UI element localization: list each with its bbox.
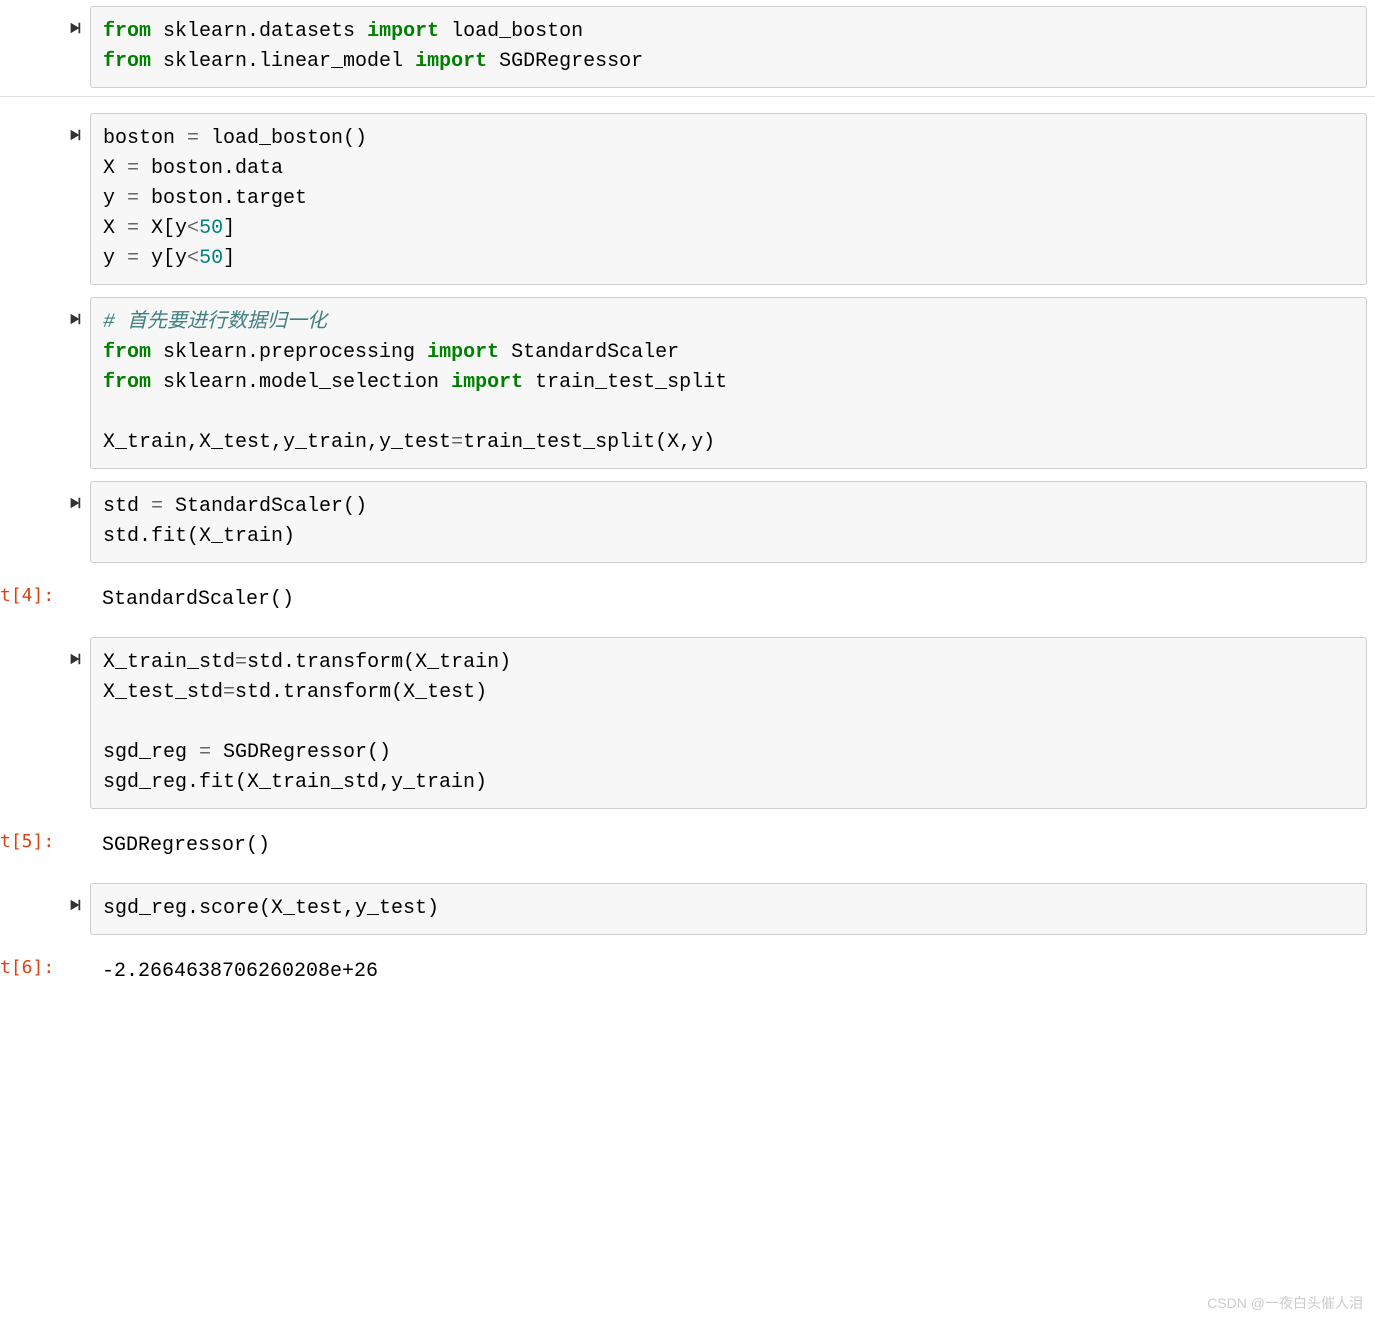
code-input[interactable]: X_train_std=std.transform(X_train) X_tes…	[90, 637, 1367, 809]
code-cell: std = StandardScaler() std.fit(X_train)	[0, 475, 1375, 569]
code-cell: # 首先要进行数据归一化 from sklearn.preprocessing …	[0, 291, 1375, 475]
input-prompt	[0, 113, 60, 123]
run-cell-icon[interactable]	[68, 647, 82, 671]
code-input[interactable]: sgd_reg.score(X_test,y_test)	[90, 883, 1367, 935]
input-prompt	[0, 637, 60, 647]
output-prompt: t[4]:	[0, 575, 60, 606]
output-cell: t[4]: StandardScaler()	[0, 569, 1375, 631]
input-prompt	[0, 481, 60, 491]
output-cell: t[6]: -2.2664638706260208e+26	[0, 941, 1375, 1003]
notebook-container: from sklearn.datasets import load_boston…	[0, 0, 1375, 1003]
code-input[interactable]: # 首先要进行数据归一化 from sklearn.preprocessing …	[90, 297, 1367, 469]
code-cell: X_train_std=std.transform(X_train) X_tes…	[0, 631, 1375, 815]
code-input[interactable]: std = StandardScaler() std.fit(X_train)	[90, 481, 1367, 563]
output-text: StandardScaler()	[90, 575, 1367, 625]
run-cell-icon[interactable]	[68, 491, 82, 515]
run-cell-icon[interactable]	[68, 123, 82, 147]
cell-separator	[0, 96, 1375, 97]
code-cell: sgd_reg.score(X_test,y_test)	[0, 877, 1375, 941]
output-prompt: t[5]:	[0, 821, 60, 852]
code-input[interactable]: boston = load_boston() X = boston.data y…	[90, 113, 1367, 285]
input-prompt	[0, 6, 60, 16]
run-cell-icon[interactable]	[68, 307, 82, 331]
run-cell-icon[interactable]	[68, 893, 82, 917]
input-prompt	[0, 883, 60, 893]
output-text: -2.2664638706260208e+26	[90, 947, 1367, 997]
run-cell-icon[interactable]	[68, 16, 82, 40]
code-cell: from sklearn.datasets import load_boston…	[0, 0, 1375, 94]
code-input[interactable]: from sklearn.datasets import load_boston…	[90, 6, 1367, 88]
output-text: SGDRegressor()	[90, 821, 1367, 871]
input-prompt	[0, 297, 60, 307]
output-cell: t[5]: SGDRegressor()	[0, 815, 1375, 877]
output-prompt: t[6]:	[0, 947, 60, 978]
watermark: CSDN @一夜白头催人泪	[1207, 1293, 1363, 1313]
code-cell: boston = load_boston() X = boston.data y…	[0, 107, 1375, 291]
